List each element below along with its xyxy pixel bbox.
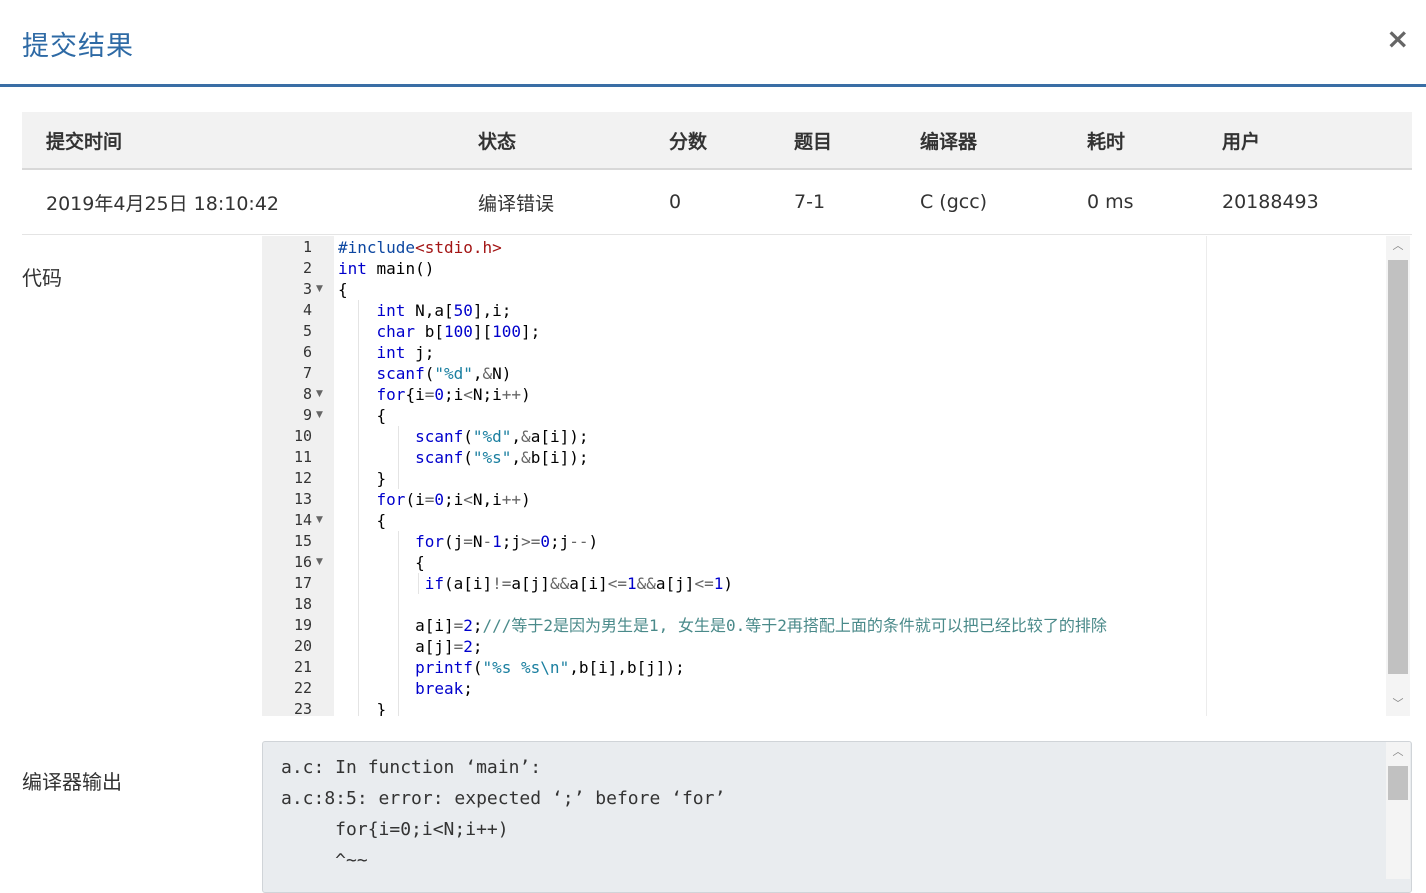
scroll-up-icon[interactable]: ︿ (1386, 236, 1410, 256)
fold-arrow-icon[interactable]: ▼ (316, 510, 330, 531)
code-line: scanf("%s",&b[i]); (415, 448, 589, 467)
line-number: 9 (302, 406, 312, 424)
header-user: 用户 (1222, 130, 1261, 153)
code-scroll-thumb[interactable] (1388, 260, 1408, 674)
compiler-output: a.c: In function ‘main’: a.c:8:5: error:… (262, 741, 1412, 893)
code-editor[interactable]: 1 2 3 ▼ 4 5 6 7 8 ▼ 9 ▼ 10 11 12 13 14 ▼ 15 16 ▼ 17 18 19 20 21 22… (262, 236, 1412, 716)
code-line: a[i]=2;///等于2是因为男生是1, 女生是0.等于2再搭配上面的条件就可… (338, 616, 1107, 635)
code-line: for{i=0;i<N;i++) (376, 385, 531, 404)
header-submit-time: 提交时间 (46, 130, 123, 153)
line-number: 14 (293, 511, 312, 529)
indent-guide (358, 300, 359, 716)
line-number: 2 (302, 259, 312, 277)
header-problem: 题目 (794, 130, 833, 153)
code-line: { (338, 280, 348, 299)
output-line: ^~~ (281, 850, 368, 871)
indent-guide (398, 531, 399, 716)
line-number: 3 (302, 280, 312, 298)
code-line: { (338, 553, 425, 572)
code-line: printf("%s %s\n",b[i],b[j]); (415, 658, 685, 677)
dialog-header: 提交结果 × (0, 0, 1426, 87)
line-number: 4 (302, 301, 312, 319)
fold-arrow-icon[interactable]: ▼ (316, 384, 330, 405)
line-number: 19 (293, 616, 312, 634)
table-header: 提交时间 状态 分数 题目 编译器 耗时 用户 (22, 112, 1412, 170)
line-number: 21 (293, 658, 312, 676)
code-line: for(i=0;i<N,i++) (376, 490, 531, 509)
indent-guide (398, 426, 399, 489)
user-value: 20188493 (1222, 191, 1319, 213)
line-number: 20 (293, 637, 312, 655)
dialog-title: 提交结果 (22, 31, 134, 62)
status-link[interactable]: 编译错误 (478, 170, 554, 234)
code-line: } (338, 700, 387, 716)
output-scrollbar[interactable]: ︿ (1386, 742, 1410, 879)
fold-arrow-icon[interactable]: ▼ (316, 552, 330, 573)
line-number: 1 (302, 238, 312, 256)
line-number: 22 (293, 679, 312, 697)
header-status: 状态 (478, 130, 517, 153)
line-number: 11 (293, 448, 312, 466)
print-margin (1206, 236, 1207, 716)
code-line: } (338, 469, 387, 488)
header-duration: 耗时 (1087, 130, 1126, 153)
header-compiler: 编译器 (920, 130, 978, 153)
code-line: int main() (338, 259, 435, 278)
code-content[interactable]: #include<stdio.h> int main() { int N,a[50]… (338, 236, 1388, 716)
score-value: 0 (669, 191, 682, 213)
code-line: a[j]=2; (338, 637, 483, 656)
line-number: 23 (293, 700, 312, 716)
code-label: 代码 (22, 266, 62, 290)
indent-guide (418, 573, 419, 594)
code-line: { (338, 406, 387, 425)
duration-value: 0 ms (1087, 191, 1134, 213)
header-score: 分数 (669, 130, 708, 153)
output-line: a.c:8:5: error: expected ‘;’ before ‘for… (281, 788, 726, 809)
fold-arrow-icon[interactable]: ▼ (316, 405, 330, 426)
line-number: 7 (302, 364, 312, 382)
submit-time: 2019年4月25日 18:10:42 (46, 192, 279, 215)
line-number: 13 (293, 490, 312, 508)
output-scroll-thumb[interactable] (1388, 766, 1408, 800)
table-row: 2019年4月25日 18:10:42 编译错误 0 7-1 C (gcc) 0… (22, 170, 1412, 235)
output-scroll-up-icon[interactable]: ︿ (1386, 742, 1410, 762)
line-number: 16 (293, 553, 312, 571)
fold-arrow-icon[interactable]: ▼ (316, 279, 330, 300)
code-line: { (338, 511, 387, 530)
code-line: #include<stdio.h> (338, 238, 502, 257)
output-line: a.c: In function ‘main’: (281, 757, 542, 778)
compiler-output-label: 编译器输出 (22, 770, 122, 794)
line-number: 15 (293, 532, 312, 550)
code-scrollbar[interactable]: ︿ ﹀ (1386, 236, 1410, 716)
code-line: int N,a[50],i; (376, 301, 512, 320)
line-number: 10 (293, 427, 312, 445)
line-number-gutter: 1 2 3 ▼ 4 5 6 7 8 ▼ 9 ▼ 10 11 12 13 14 ▼ 15 16 ▼ 17 18 19 20 21 22… (262, 236, 334, 716)
code-line: int j; (376, 343, 435, 362)
output-line: for{i=0;i<N;i++) (281, 819, 509, 840)
code-line: char b[100][100]; (376, 322, 541, 341)
scroll-down-icon[interactable]: ﹀ (1386, 694, 1410, 714)
compiler-value: C (gcc) (920, 191, 988, 213)
line-number: 18 (293, 595, 312, 613)
code-line: for(j=N-1;j>=0;j--) (415, 532, 599, 551)
submission-table: 提交时间 状态 分数 题目 编译器 耗时 用户 2019年4月25日 18:10… (22, 112, 1412, 235)
code-line: scanf("%d",&N) (376, 364, 512, 383)
line-number: 6 (302, 343, 312, 361)
close-icon[interactable]: × (1386, 24, 1409, 54)
problem-link[interactable]: 7-1 (794, 170, 825, 234)
line-number: 12 (293, 469, 312, 487)
line-number: 17 (293, 574, 312, 592)
line-number: 5 (302, 322, 312, 340)
code-line: scanf("%d",&a[i]); (415, 427, 589, 446)
line-number: 8 (302, 385, 312, 403)
